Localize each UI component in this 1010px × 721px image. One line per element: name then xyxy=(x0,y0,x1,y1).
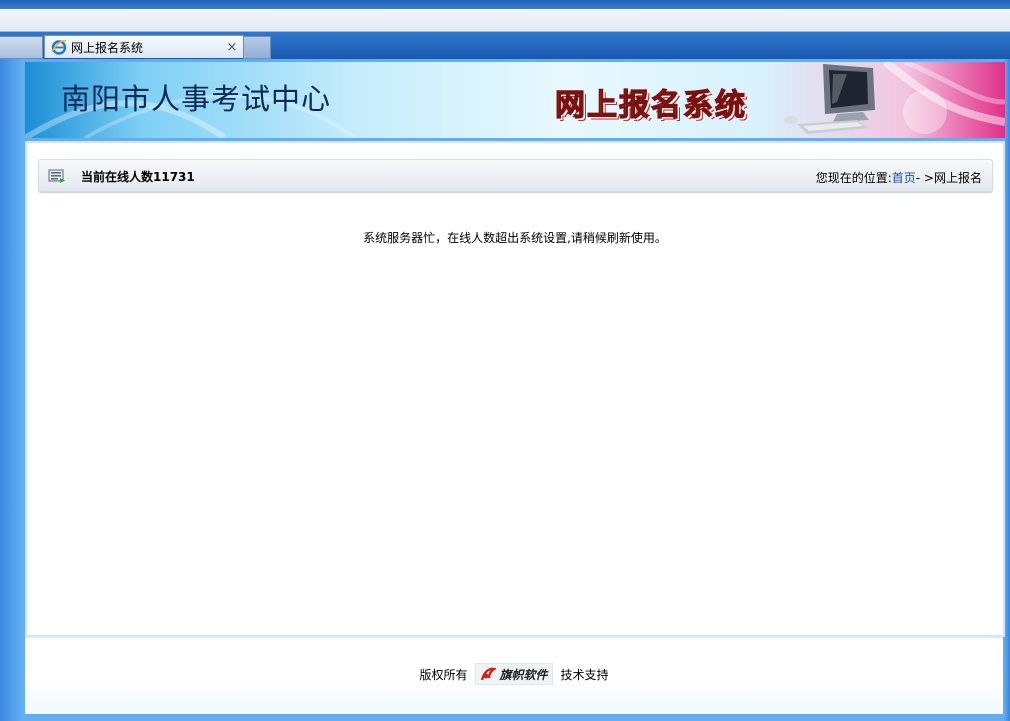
system-title: 网上报名系统 xyxy=(554,87,747,123)
computer-icon xyxy=(784,64,875,134)
vendor-logo[interactable]: 旗帜软件 xyxy=(475,663,553,685)
window-titlebar xyxy=(0,0,1010,9)
footer-line: 版权所有 旗帜软件 技术支持 xyxy=(25,663,1003,685)
support-text: 技术支持 xyxy=(560,667,609,682)
copyright-text: 版权所有 xyxy=(419,667,468,682)
main-content: 当前在线人数11731 您现在的位置:首页- >网上报名 系统服务器忙，在线人数… xyxy=(25,141,1005,637)
list-icon xyxy=(48,169,65,183)
page-area: 南阳市人事考试中心 网上报名系统 当前在线人数11731 您现在的位置:首页- … xyxy=(0,59,1010,721)
tab-strip: 网上报名系统 × xyxy=(0,32,1010,59)
breadcrumb: 您现在的位置:首页- >网上报名 xyxy=(816,169,982,186)
site-banner: 南阳市人事考试中心 网上报名系统 xyxy=(25,62,1005,138)
close-tab-icon[interactable]: × xyxy=(225,40,239,55)
breadcrumb-separator: - > xyxy=(915,171,934,185)
flag-logo-icon xyxy=(481,667,497,681)
tab-title: 网上报名系统 xyxy=(71,40,144,55)
org-name: 南阳市人事考试中心 xyxy=(61,82,332,116)
footer: 版权所有 旗帜软件 技术支持 xyxy=(25,636,1003,714)
tab-scroll-left[interactable] xyxy=(0,36,43,59)
home-link[interactable]: 首页 xyxy=(892,171,916,185)
status-header: 当前在线人数11731 您现在的位置:首页- >网上报名 xyxy=(38,159,993,192)
browser-tab[interactable]: 网上报名系统 × xyxy=(44,35,244,58)
ie-icon xyxy=(51,40,67,55)
browser-toolbar xyxy=(0,9,1010,32)
online-count: 当前在线人数11731 xyxy=(81,170,195,184)
location-prefix: 您现在的位置: xyxy=(815,171,892,185)
vendor-name: 旗帜软件 xyxy=(499,667,548,682)
new-tab-button[interactable] xyxy=(243,36,271,59)
server-busy-message: 系统服务器忙，在线人数超出系统设置,请稍候刷新使用。 xyxy=(363,231,667,245)
breadcrumb-current: 网上报名 xyxy=(933,171,982,185)
